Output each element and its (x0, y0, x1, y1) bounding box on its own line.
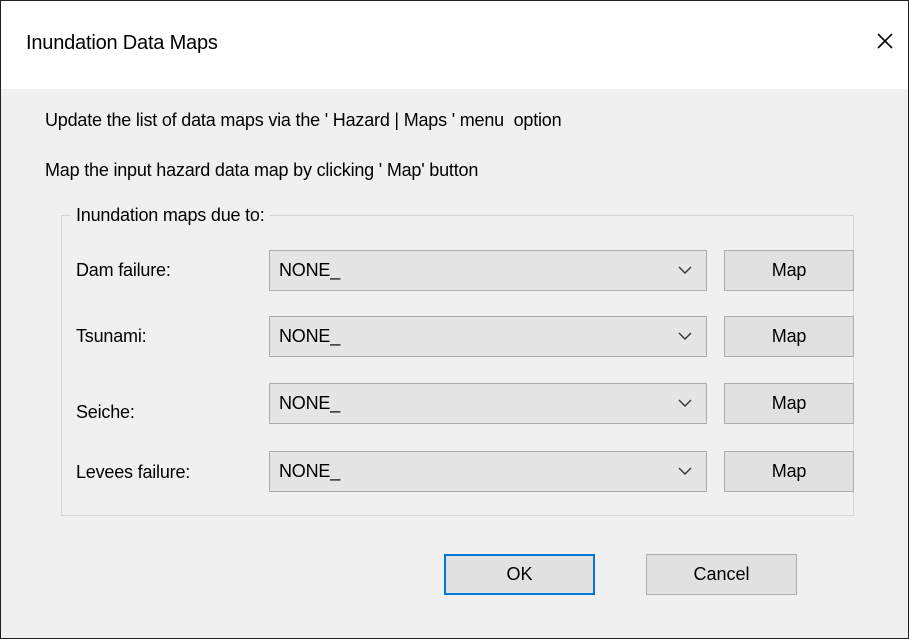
levees-failure-map-button[interactable]: Map (724, 451, 854, 492)
tsunami-label: Tsunami: (76, 326, 147, 346)
groupbox-legend: Inundation maps due to: (71, 205, 270, 226)
title-bar: Inundation Data Maps (1, 1, 908, 89)
levees-failure-dropdown[interactable]: NONE_ (269, 451, 707, 492)
seiche-selected-value: NONE_ (279, 393, 341, 413)
seiche-dropdown[interactable]: NONE_ (269, 383, 707, 424)
levees-failure-label: Levees failure: (76, 462, 191, 482)
instruction-map-button: Map the input hazard data map by clickin… (45, 160, 479, 180)
chevron-down-icon (678, 331, 692, 341)
dam-failure-map-button[interactable]: Map (724, 250, 854, 291)
chevron-down-icon (678, 265, 692, 275)
dam-failure-dropdown[interactable]: NONE_ (269, 250, 707, 291)
tsunami-map-button[interactable]: Map (724, 316, 854, 357)
close-icon[interactable] (871, 27, 899, 55)
instruction-update-maps: Update the list of data maps via the ' H… (45, 110, 562, 130)
ok-button[interactable]: OK (444, 554, 595, 595)
inundation-data-maps-dialog: Inundation Data Maps Update the list of … (0, 0, 909, 639)
chevron-down-icon (678, 398, 692, 408)
seiche-label: Seiche: (76, 402, 135, 422)
seiche-map-button[interactable]: Map (724, 383, 854, 424)
dam-failure-selected-value: NONE_ (279, 260, 341, 280)
cancel-button[interactable]: Cancel (646, 554, 797, 595)
dam-failure-label: Dam failure: (76, 260, 171, 280)
window-title: Inundation Data Maps (26, 32, 218, 54)
tsunami-dropdown[interactable]: NONE_ (269, 316, 707, 357)
levees-failure-selected-value: NONE_ (279, 461, 341, 481)
chevron-down-icon (678, 466, 692, 476)
tsunami-selected-value: NONE_ (279, 326, 341, 346)
